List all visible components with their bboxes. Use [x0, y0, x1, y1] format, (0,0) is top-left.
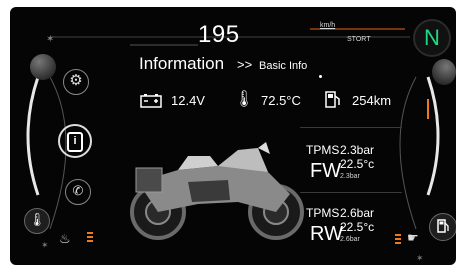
- bottom-left-marker: ✶: [41, 240, 49, 250]
- gear-indicator: N: [413, 19, 451, 57]
- seat-heater-icon: ♨: [59, 231, 71, 246]
- coolant-temp-icon: 🌡: [234, 91, 255, 108]
- speed-value: 195: [198, 21, 240, 48]
- engine-temp-gauge: 🌡: [24, 208, 50, 234]
- tpms-rear-reference: 2.6bar: [340, 236, 360, 243]
- motorcycle-image: [130, 142, 304, 240]
- tpms-front-label: TPMS: [306, 143, 340, 157]
- tpms-rear-position: RW: [310, 223, 343, 245]
- phone-icon: ✆: [72, 183, 84, 198]
- battery-voltage: 12.4V: [171, 93, 205, 108]
- battery-icon: [140, 94, 162, 108]
- tpms-front-temperature: 22.5°c: [340, 157, 375, 171]
- indicator-dot: [319, 75, 322, 78]
- tpms-divider-middle: [300, 192, 402, 193]
- coolant-gauge-icon: 🌡: [28, 212, 46, 227]
- tpms-rear-label: TPMS: [306, 206, 340, 220]
- tpms-front-pressure: 2.3bar: [340, 143, 375, 157]
- information-icon: i: [67, 132, 83, 152]
- turn-signal-left-icon: ✶: [46, 34, 55, 45]
- fuel-gauge-icon: [437, 219, 449, 233]
- ride-mode: STORT: [347, 36, 371, 43]
- grip-heater-level: [395, 234, 401, 246]
- dashboard-screen: ✶ ✶ 195 km/h STORT N Information >> Basi…: [10, 7, 456, 265]
- right-dial[interactable]: [432, 59, 456, 85]
- seat-heater-level: [87, 232, 93, 244]
- settings-gear-icon: ⚙: [69, 72, 83, 89]
- menu-settings[interactable]: ⚙: [63, 69, 89, 95]
- bottom-right-marker: ✶: [416, 253, 424, 263]
- menu-phone[interactable]: ✆: [65, 179, 91, 205]
- menu-information[interactable]: i: [58, 124, 92, 158]
- grip-heater-icon: ☛: [407, 230, 419, 245]
- tpms-rear-temperature: 22.5°c: [340, 220, 375, 234]
- tpms-front-reference: 2.3bar: [340, 173, 360, 180]
- tpms-rear-pressure: 2.6bar: [340, 206, 375, 220]
- fuel-range: 254km: [352, 93, 392, 108]
- tpms-divider-top: [300, 127, 402, 128]
- speed-unit: km/h: [320, 22, 336, 29]
- stage: ✶ ✶ 195 km/h STORT N Information >> Basi…: [0, 0, 465, 274]
- fuel-pump-icon: [325, 91, 340, 108]
- tpms-front-position: FW: [310, 160, 342, 182]
- page-title: Information: [139, 54, 225, 73]
- breadcrumb-label: Basic Info: [259, 60, 308, 72]
- tpms-front-panel: TPMS 2.3bar FW 22.5°c 2.3bar: [306, 143, 416, 189]
- fuel-gauge: [429, 213, 456, 241]
- coolant-temperature: 72.5°C: [261, 93, 301, 108]
- breadcrumb: Basic Info: [240, 60, 307, 72]
- left-dial[interactable]: [30, 54, 56, 80]
